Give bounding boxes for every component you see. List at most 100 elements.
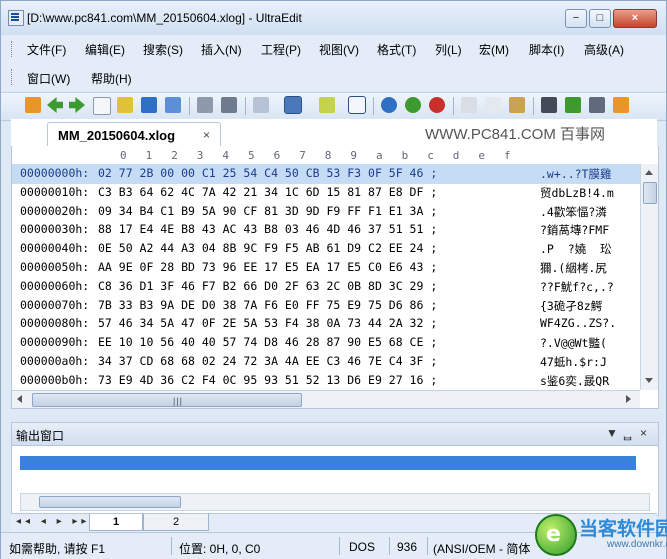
toolbar-separator bbox=[189, 97, 190, 115]
hex-row[interactable]: 00000020h: 09 34 B4 C1 B9 5A 90 CF 81 3D … bbox=[12, 202, 640, 222]
hex-text: {3硊孑8z鰐 bbox=[540, 298, 603, 313]
status-encoding[interactable]: (ANSI/OEM - 简体 bbox=[433, 540, 530, 557]
hex-row[interactable]: 00000050h: AA 9E 0F 28 BD 73 96 EE 17 E5 … bbox=[12, 258, 640, 278]
status-separator bbox=[171, 537, 172, 555]
scroll-up-icon[interactable] bbox=[645, 170, 653, 175]
arrow-right-icon[interactable] bbox=[69, 97, 85, 113]
menu-insert[interactable]: 插入(N) bbox=[201, 41, 242, 58]
status-codepage[interactable]: 936 bbox=[397, 540, 417, 554]
output-header: 输出窗口 ▼ ᆸ × bbox=[12, 423, 658, 446]
status-help: 如需帮助, 请按 F1 bbox=[9, 542, 106, 556]
sheet-nav-icon[interactable]: ◂◂ ◂ ▸ ▸▸ bbox=[16, 516, 90, 527]
menu-macro[interactable]: 宏(M) bbox=[479, 41, 509, 58]
word-wrap-icon[interactable] bbox=[348, 96, 366, 114]
new-file-icon[interactable] bbox=[93, 97, 111, 115]
hex-address: 00000010h: bbox=[20, 184, 90, 199]
print-preview-icon[interactable] bbox=[221, 97, 237, 113]
find-next-icon[interactable] bbox=[565, 97, 581, 113]
hex-row[interactable]: 00000040h: 0E 50 A2 44 A3 04 8B 9C F9 F5 … bbox=[12, 239, 640, 259]
open-file-icon[interactable] bbox=[117, 97, 133, 113]
hex-address: 00000020h: bbox=[20, 203, 90, 218]
menu-view[interactable]: 视图(V) bbox=[319, 41, 359, 58]
save-all-icon[interactable] bbox=[165, 97, 181, 113]
hex-row[interactable]: 00000000h: 02 77 2B 00 00 C1 25 54 C4 50 … bbox=[12, 164, 640, 184]
hex-row[interactable]: 000000a0h: 34 37 CD 68 68 02 24 72 3A 4A … bbox=[12, 352, 640, 372]
print-icon[interactable] bbox=[197, 97, 213, 113]
ruler-tick: 5 bbox=[248, 149, 255, 162]
hex-row[interactable]: 000000b0h: 73 E9 4D 36 C2 F4 0C 95 93 51 … bbox=[12, 371, 640, 391]
hex-text: ??F魷f?c,.? bbox=[540, 279, 614, 294]
replace-icon[interactable] bbox=[589, 97, 605, 113]
hex-address: 00000030h: bbox=[20, 222, 90, 237]
title-bar[interactable]: [D:\www.pc841.com\MM_20150604.xlog] - Ul… bbox=[1, 1, 666, 35]
output-scroll-thumb[interactable] bbox=[39, 496, 181, 508]
hex-row[interactable]: 00000090h: EE 10 10 56 40 40 57 74 D8 46 … bbox=[12, 333, 640, 353]
hex-editor[interactable]: 0 1 2 3 4 5 6 7 8 9 a b c d e f 00000000h: 02 77 2B 00 0… bbox=[11, 146, 659, 409]
output-dropdown-icon[interactable]: ▼ bbox=[606, 426, 618, 440]
open-folder-icon[interactable] bbox=[25, 97, 41, 113]
hex-bytes: 88 17 E4 4E B8 43 AC 43 B8 03 46 4D 46 3… bbox=[98, 222, 438, 237]
status-line-format[interactable]: DOS bbox=[349, 540, 375, 554]
globe-icon[interactable] bbox=[381, 97, 397, 113]
minimize-button[interactable]: − bbox=[565, 9, 587, 28]
ruler-tick: 7 bbox=[299, 149, 306, 162]
hex-row[interactable]: 00000010h: C3 B3 64 62 4C 7A 42 21 34 1C … bbox=[12, 183, 640, 203]
ruler-tick: 8 bbox=[324, 149, 332, 162]
save-icon[interactable] bbox=[141, 97, 157, 113]
output-pin-icon[interactable]: ᆸ bbox=[622, 426, 633, 443]
hex-text: .P ?嬈 玜 bbox=[540, 242, 612, 257]
hex-row[interactable]: 00000080h: 57 46 34 5A 47 0F 2E 5A 53 F4 … bbox=[12, 314, 640, 334]
vertical-scroll-thumb[interactable] bbox=[643, 182, 657, 204]
output-close-icon[interactable]: × bbox=[640, 426, 647, 440]
menu-format[interactable]: 格式(T) bbox=[377, 41, 416, 58]
hex-text: ?.V@@Wt豓( bbox=[540, 336, 607, 351]
menu-help[interactable]: 帮助(H) bbox=[91, 70, 132, 87]
maximize-button[interactable]: □ bbox=[589, 9, 611, 28]
menu-edit[interactable]: 编辑(E) bbox=[85, 41, 125, 58]
ftp-icon[interactable] bbox=[405, 97, 421, 113]
ruler-tick: c bbox=[427, 149, 434, 162]
cut-icon[interactable] bbox=[461, 97, 477, 113]
tools-icon[interactable] bbox=[613, 97, 629, 113]
hex-row[interactable]: 00000030h: 88 17 E4 4E B8 43 AC 43 B8 03 … bbox=[12, 220, 640, 240]
menu-search[interactable]: 搜索(S) bbox=[143, 41, 183, 58]
sheet-tab-1[interactable]: 1 bbox=[89, 514, 143, 531]
horizontal-scrollbar[interactable]: ||| bbox=[12, 390, 640, 408]
menu-file[interactable]: 文件(F) bbox=[27, 41, 66, 58]
close-button[interactable]: × bbox=[613, 9, 657, 28]
horizontal-scroll-thumb[interactable]: ||| bbox=[32, 393, 302, 407]
ruler-tick: b bbox=[401, 149, 409, 162]
output-horizontal-scrollbar[interactable] bbox=[20, 493, 650, 511]
menu-window[interactable]: 窗口(W) bbox=[27, 70, 70, 87]
scroll-down-icon[interactable] bbox=[645, 378, 653, 383]
hex-row[interactable]: 00000070h: 7B 33 B3 9A DE D0 38 7A F6 E0 … bbox=[12, 296, 640, 316]
find-icon[interactable] bbox=[541, 97, 557, 113]
paste-icon[interactable] bbox=[509, 97, 525, 113]
scroll-left-icon[interactable] bbox=[17, 395, 22, 403]
list-icon[interactable] bbox=[253, 97, 269, 113]
menu-advanced[interactable]: 高级(A) bbox=[584, 41, 624, 58]
scroll-right-icon[interactable] bbox=[626, 395, 631, 403]
hex-bytes: 09 34 B4 C1 B9 5A 90 CF 81 3D 9D F9 FF F… bbox=[98, 203, 438, 218]
ruler-tick: 2 bbox=[171, 149, 178, 162]
panel-splitter[interactable] bbox=[11, 409, 657, 421]
vertical-scrollbar[interactable] bbox=[640, 164, 658, 390]
sheet-tab-2[interactable]: 2 bbox=[143, 514, 209, 531]
document-tab[interactable]: MM_20150604.xlog × bbox=[47, 122, 221, 147]
arrow-left-icon[interactable] bbox=[47, 97, 63, 113]
hex-mode-icon[interactable] bbox=[284, 96, 302, 114]
menu-grip-2 bbox=[11, 69, 14, 85]
ruler-tick: 0 bbox=[120, 149, 127, 162]
menu-script[interactable]: 脚本(I) bbox=[529, 41, 564, 58]
output-selected-line[interactable] bbox=[20, 456, 636, 470]
menu-project[interactable]: 工程(P) bbox=[261, 41, 301, 58]
web-icon[interactable] bbox=[429, 97, 445, 113]
hex-text: 贸dbLzB!4.m bbox=[540, 185, 614, 200]
tab-close-icon[interactable]: × bbox=[203, 128, 210, 142]
column-ruler: 0 1 2 3 4 5 6 7 8 9 a b c d e f bbox=[12, 146, 640, 164]
hex-bytes: 0E 50 A2 44 A3 04 8B 9C F9 F5 AB 61 D9 C… bbox=[98, 241, 438, 256]
menu-column[interactable]: 列(L) bbox=[435, 41, 462, 58]
column-icon[interactable] bbox=[319, 97, 335, 113]
hex-row[interactable]: 00000060h: C8 36 D1 3F 46 F7 B2 66 D0 2F … bbox=[12, 277, 640, 297]
copy-icon[interactable] bbox=[485, 97, 501, 113]
